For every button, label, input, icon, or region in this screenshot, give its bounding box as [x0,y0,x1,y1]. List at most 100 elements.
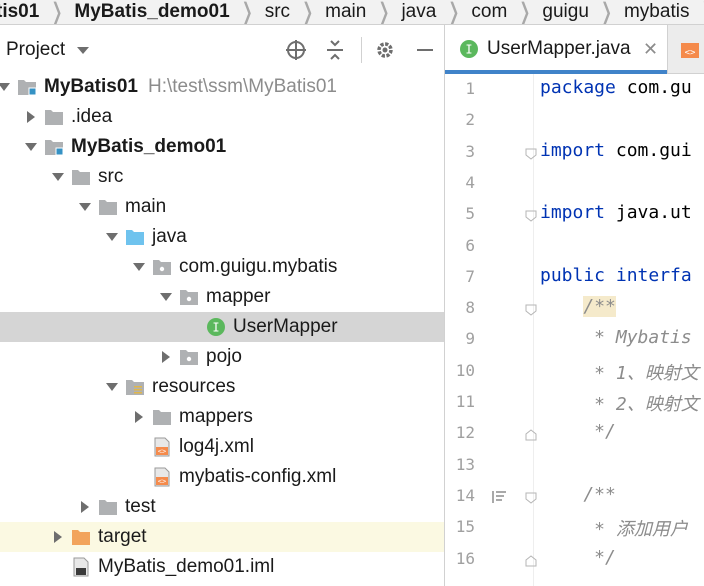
chevron-down-icon[interactable] [78,200,92,214]
tree-item[interactable]: MyBatis_demo01.iml [0,552,444,582]
code-line: /** [540,296,616,318]
fold-open-icon[interactable] [525,303,537,316]
fold-open-icon[interactable] [525,147,537,160]
fold-close-icon[interactable] [525,554,537,566]
chevron-right-icon[interactable] [51,530,65,544]
breadcrumb-item-label: MyBatis_demo01 [74,1,230,22]
line-number: 13 [455,454,475,474]
tree-item-label: .idea [71,106,113,127]
breadcrumb-separator: ❭ [300,0,316,25]
code-line: import com.gui [540,140,692,161]
code-token: interfa [615,264,692,286]
hide-icon[interactable] [413,38,437,62]
tree-item-label: target [98,526,147,547]
chevron-down-icon[interactable] [159,290,173,304]
tree-item-label: com.guigu.mybatis [179,256,338,277]
code-line: package com.gu [540,77,692,98]
tree-item[interactable]: src [0,162,444,192]
close-icon[interactable]: ✕ [643,39,658,60]
tree-item-label: resources [152,376,236,397]
breadcrumb-item[interactable]: tis01 [0,1,41,23]
breadcrumb-item[interactable]: com [469,1,509,23]
module-icon [17,77,37,97]
line-number: 9 [465,329,475,349]
package-icon [179,287,199,307]
editor-tab-bar: I UserMapper.java ✕ <> [445,25,704,74]
tree-item[interactable]: .idea [0,102,444,132]
chevron-down-icon[interactable] [105,230,119,244]
folder-icon [152,407,172,427]
tree-item[interactable]: <> mybatis-config.xml [0,462,444,492]
breadcrumb-item[interactable]: java [399,1,438,23]
interface-icon: I [206,317,226,337]
fold-open-icon[interactable] [525,209,537,222]
chevron-right-icon[interactable] [132,410,146,424]
breadcrumb-item[interactable]: MyBatis_demo01 [72,1,231,23]
package-icon [179,347,199,367]
tree-item-label: mybatis-config.xml [179,466,337,487]
chevron-right-icon[interactable] [24,110,38,124]
breadcrumb-separator: ❭ [691,0,704,24]
tree-item[interactable]: main [0,192,444,222]
tree-item[interactable]: pojo [0,342,444,372]
fold-open-icon[interactable] [525,491,537,504]
code-token: * Mybatis [540,327,692,349]
line-number: 7 [465,266,475,286]
tree-item[interactable]: MyBatis01 H:\test\ssm\MyBatis01 [0,72,444,102]
resources-folder-icon [125,377,145,397]
locate-icon[interactable] [284,38,308,62]
breadcrumb-item-label: main [325,1,367,22]
tree-item[interactable]: I UserMapper [0,312,444,342]
doc-comment-icon[interactable] [491,490,507,509]
collapse-all-icon[interactable] [323,38,347,62]
code-line: * Mybatis [540,327,692,348]
tree-item-label: mapper [206,286,271,307]
project-panel-header: Project [0,25,444,75]
breadcrumb-item[interactable]: src [263,1,292,23]
chevron-down-icon[interactable] [0,80,11,94]
chevron-down-icon[interactable] [105,380,119,394]
chevron-down-icon[interactable] [24,140,38,154]
tree-item-label: src [98,166,124,187]
code-line: * 2、映射文 [540,390,699,416]
code-token: /** [540,483,616,505]
tree-item[interactable]: java [0,222,444,252]
line-number: 10 [455,360,475,380]
fold-close-icon[interactable] [525,428,537,441]
line-number: 11 [455,392,475,411]
line-number: 2 [465,110,475,130]
tree-item[interactable]: com.guigu.mybatis [0,252,444,282]
line-number: 12 [455,423,475,443]
tree-item[interactable]: target [0,522,444,552]
code-editor: I UserMapper.java ✕ <> 1 package com.gu 2 3… [445,25,704,586]
breadcrumb-item[interactable]: mybatis [622,1,691,23]
tree-item[interactable]: MyBatis_demo01 [0,132,444,162]
folder-icon [71,167,91,187]
code-line: /** [540,484,616,505]
tab-usermapper[interactable]: I UserMapper.java ✕ [445,25,667,74]
tree-item[interactable]: mapper [0,282,444,312]
chevron-right-icon[interactable] [78,500,92,514]
gear-icon[interactable] [373,38,397,62]
tree-item-label: UserMapper [233,316,338,337]
source-folder-icon [125,227,145,247]
chevron-down-icon[interactable] [132,260,146,274]
code-token: import [540,202,616,224]
breadcrumb-item[interactable]: guigu [540,1,591,23]
chevron-right-icon[interactable] [159,350,173,364]
tree-item[interactable]: test [0,492,444,522]
tree-item[interactable]: mappers [0,402,444,432]
breadcrumb-item-label: guigu [542,1,589,22]
xml-file-icon[interactable]: <> [679,39,701,66]
tree-item-label: MyBatis01 [44,76,138,97]
tree-item[interactable]: resources [0,372,444,402]
chevron-down-icon[interactable] [51,170,65,184]
project-panel-title[interactable]: Project [6,39,65,61]
chevron-down-icon[interactable] [77,46,90,54]
svg-text:I: I [212,321,219,335]
breadcrumb-separator: ❭ [517,0,533,25]
breadcrumb-item[interactable]: main [323,1,368,23]
breadcrumb-separator: ❭ [598,0,614,25]
svg-text:<>: <> [685,48,696,58]
tree-item[interactable]: <> log4j.xml [0,432,444,462]
